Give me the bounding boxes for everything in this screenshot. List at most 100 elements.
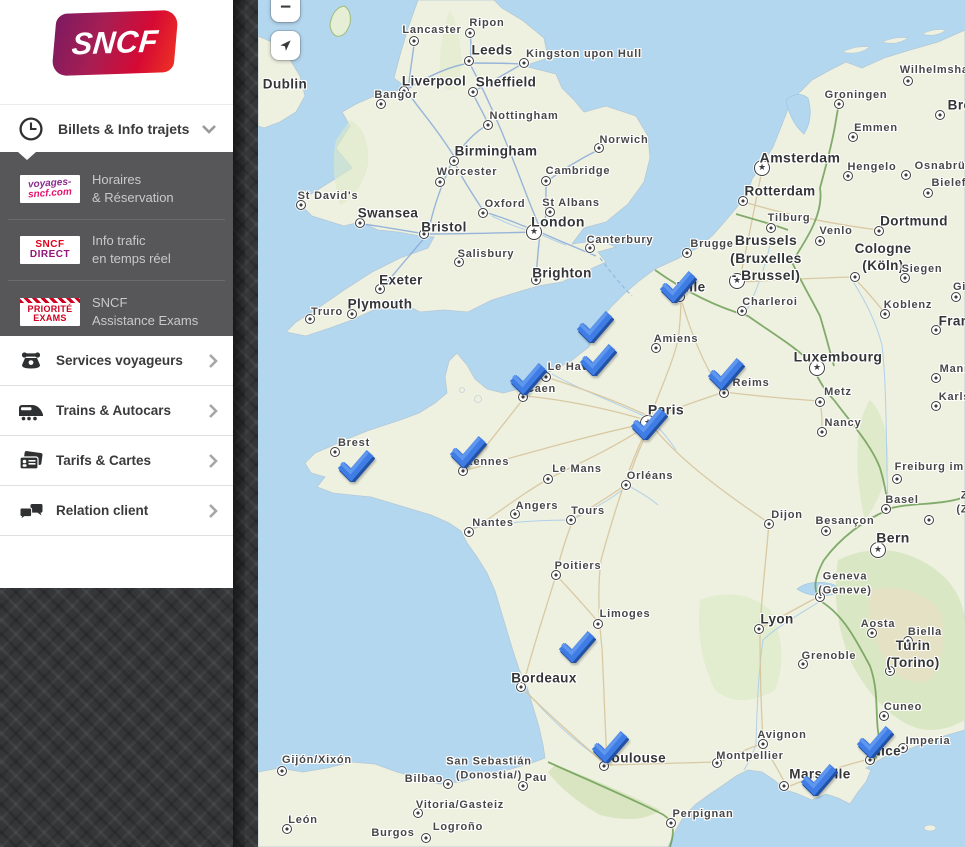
city-label-gij-n-xix-n: Gijón/Xixón xyxy=(282,754,352,768)
voyages-logo-line2: sncf.com xyxy=(28,187,72,200)
check-pin-paris[interactable] xyxy=(628,406,668,440)
link-label: Info trafic en temps réel xyxy=(92,232,171,268)
check-pin-toulouse[interactable] xyxy=(589,729,629,763)
check-pin-le-havre[interactable] xyxy=(577,342,617,376)
city-label-orl-ans: Orléans xyxy=(627,470,674,484)
menu-label: Relation client xyxy=(56,503,148,518)
city-label-brighton: Brighton xyxy=(532,266,591,283)
city-dot-marker-plymouth xyxy=(347,309,357,319)
city-label-venlo: Venlo xyxy=(819,225,852,239)
city-label-plymouth: Plymouth xyxy=(348,297,413,314)
city-dot-marker-oxford xyxy=(478,208,488,218)
city-dot-marker-ripon xyxy=(465,28,475,38)
city-dot-marker-exeter xyxy=(375,284,385,294)
city-dot-marker-tilburg xyxy=(766,223,776,233)
link-sncf-direct[interactable]: SNCF DIRECT Info trafic en temps réel xyxy=(8,220,225,281)
capital-star-marker-amsterdam: ★ xyxy=(754,160,770,176)
menu-label: Tarifs & Cartes xyxy=(56,453,151,468)
check-pin-rennes[interactable] xyxy=(447,434,487,468)
city-dot-marker-cologne xyxy=(850,272,860,282)
city-label-amsterdam: Amsterdam xyxy=(760,149,841,167)
zoom-out-button[interactable]: − xyxy=(271,0,300,22)
check-pin-nice[interactable] xyxy=(854,724,894,758)
capital-star-marker-brussels: ★ xyxy=(729,273,745,289)
sncf-logo[interactable]: SNCF xyxy=(51,10,178,76)
city-dot-marker-lyon xyxy=(754,624,764,634)
check-pin-boulogne[interactable] xyxy=(574,309,614,343)
location-arrow-icon xyxy=(278,38,293,53)
city-label-nottingham: Nottingham xyxy=(489,110,558,124)
city-dot-marker-pau xyxy=(518,781,528,791)
city-label-koblenz: Koblenz xyxy=(884,299,932,313)
link-label: Horaires & Réservation xyxy=(92,171,174,207)
city-label-grenoble: Grenoble xyxy=(802,650,857,664)
chevron-right-icon xyxy=(208,403,218,419)
city-label-worcester: Worcester xyxy=(437,166,498,180)
main-menu: Services voyageurs Trains & Autocars Tar… xyxy=(0,336,233,588)
link-priorite-exams[interactable]: PRIORITÉ EXAMS SNCF Assistance Exams xyxy=(8,281,225,342)
city-dot-marker-karlsruhe xyxy=(931,401,941,411)
phone-icon xyxy=(17,350,45,372)
menu-item-services-voyageurs[interactable]: Services voyageurs xyxy=(0,336,233,386)
chevron-right-icon xyxy=(208,503,218,519)
city-label-osnabr-ck: Osnabrück xyxy=(915,160,965,174)
city-dot-marker-metz xyxy=(815,397,825,407)
city-dot-marker-kingston-upon-hull xyxy=(519,58,529,68)
city-dot-marker-rotterdam xyxy=(738,196,748,206)
city-dot-marker-bordeaux xyxy=(516,682,526,692)
map-controls: − xyxy=(271,0,300,60)
primary-nav-label: Billets & Info trajets xyxy=(58,121,189,137)
check-pin-reims[interactable] xyxy=(705,356,745,390)
check-pin-lille[interactable] xyxy=(657,269,697,303)
priorite-exams-logo: PRIORITÉ EXAMS xyxy=(20,298,80,326)
city-dot-marker-burgos xyxy=(421,833,431,843)
city-label-turin: Turin (Torino) xyxy=(886,638,939,672)
train-icon xyxy=(17,400,45,422)
link-voyages-sncf[interactable]: voyages- sncf.com Horaires & Réservation xyxy=(8,159,225,220)
city-dot-marker-turin xyxy=(885,666,895,676)
city-dot-marker-cambridge xyxy=(541,176,551,186)
capital-star-marker-luxembourg: ★ xyxy=(809,360,825,376)
chat-icon xyxy=(17,500,45,522)
city-dot-marker-charleroi xyxy=(737,306,747,316)
city-label-frankfurt: Frankfurt xyxy=(939,314,965,331)
city-dot-marker-st-albans xyxy=(545,207,555,217)
city-dot-marker-brugge xyxy=(682,248,692,258)
city-dot-marker-imperia xyxy=(898,743,908,753)
city-label-birmingham: Birmingham xyxy=(455,144,538,161)
menu-item-trains-autocars[interactable]: Trains & Autocars xyxy=(0,386,233,436)
city-label-aosta: Aosta xyxy=(861,618,896,632)
city-label-salisbury: Salisbury xyxy=(458,248,515,262)
city-label-emmen: Emmen xyxy=(854,122,898,136)
city-label-swansea: Swansea xyxy=(358,206,419,223)
menu-item-relation-client[interactable]: Relation client xyxy=(0,486,233,536)
city-label-st-david-s: St David's xyxy=(298,190,359,204)
city-dot-marker-sheffield xyxy=(468,87,478,97)
menu-item-tarifs-cartes[interactable]: Tarifs & Cartes xyxy=(0,436,233,486)
clock-icon xyxy=(17,116,45,142)
check-pin-caen[interactable] xyxy=(507,361,547,395)
city-label-vitoria-gasteiz: Vitoria/Gasteiz xyxy=(416,799,504,813)
city-label-le-mans: Le Mans xyxy=(552,463,602,477)
city-dot-marker-gij-n-xix-n xyxy=(277,766,287,776)
sidebar-edge-shadow xyxy=(233,0,245,847)
city-label-charleroi: Charleroi xyxy=(742,296,798,310)
check-pin-brive[interactable] xyxy=(556,629,596,663)
city-dot-marker-orl-ans xyxy=(621,480,631,490)
city-dot-marker-cuneo xyxy=(879,711,889,721)
city-dot-marker-mannheim xyxy=(931,373,941,383)
map-canvas[interactable]: DublinLancasterRiponLeedsKingston upon H… xyxy=(258,0,965,847)
city-dot-marker-basel xyxy=(881,504,891,514)
city-dot-marker-montpellier xyxy=(712,758,722,768)
nav-billets-info-trajets[interactable]: Billets & Info trajets xyxy=(0,105,233,152)
city-dot-marker-nantes xyxy=(464,527,474,537)
city-dot-marker-st-david-s xyxy=(296,200,306,210)
compass-button[interactable] xyxy=(271,31,300,60)
city-dot-marker-geneva xyxy=(815,592,825,602)
city-label-bilbao: Bilbao xyxy=(405,773,443,787)
city-label-le-n: León xyxy=(288,814,317,828)
check-pin-brest[interactable] xyxy=(335,448,375,482)
city-label-norwich: Norwich xyxy=(600,134,649,148)
city-label-nantes: Nantes xyxy=(472,517,513,531)
check-pin-marseille[interactable] xyxy=(798,762,838,796)
